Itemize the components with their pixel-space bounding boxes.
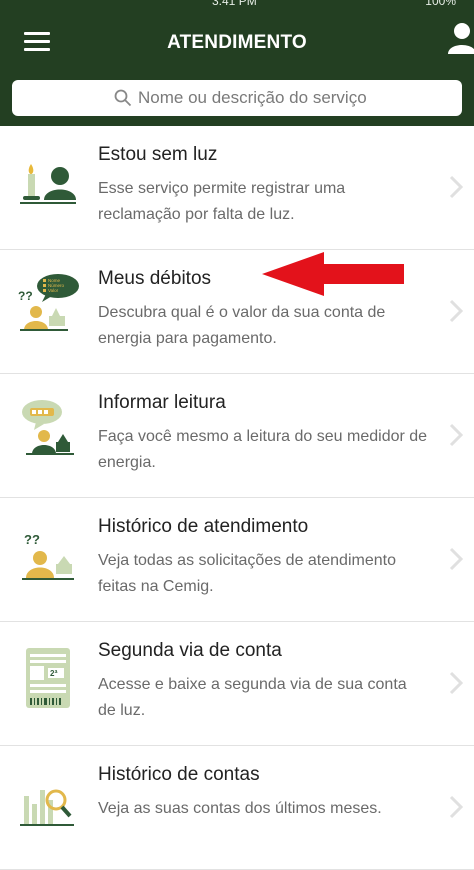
chevron-right-icon [449, 795, 464, 819]
search-icon [114, 89, 132, 107]
svg-text:2ª: 2ª [50, 669, 57, 678]
service-name: Histórico de contas [98, 764, 260, 785]
service-name: Segunda via de conta [98, 640, 282, 661]
service-description: Veja as suas contas dos últimos meses. [98, 800, 382, 817]
service-item-historico-contas[interactable]: Histórico de contas Veja as suas contas … [0, 746, 474, 870]
service-name: Histórico de atendimento [98, 516, 309, 537]
chevron-right-icon [449, 175, 464, 199]
search-bar[interactable] [12, 80, 462, 116]
service-description: Acesse e baixe a segunda via de sua cont… [98, 676, 407, 719]
service-description: Faça você mesmo a leitura do seu medidor… [98, 428, 428, 471]
page-title: ATENDIMENTO [167, 32, 307, 53]
service-description: Veja todas as solicitações de atendiment… [98, 552, 396, 595]
person-history-icon: ?? [18, 532, 78, 588]
service-name: Meus débitos [98, 268, 212, 289]
service-description: Descubra qual é o valor da sua conta de … [98, 304, 386, 347]
svg-text:??: ?? [18, 289, 33, 303]
battery-level: 100% [425, 0, 456, 8]
chevron-right-icon [449, 299, 464, 323]
bill-document-icon: 2ª [18, 648, 78, 712]
service-item-informar-leitura[interactable]: Informar leitura Faça você mesmo a leitu… [0, 374, 474, 498]
user-icon[interactable] [448, 20, 474, 58]
bubble-line: Valor [48, 288, 59, 293]
bar-chart-magnifier-icon [18, 782, 78, 836]
candle-person-icon [18, 162, 78, 216]
chevron-right-icon [449, 671, 464, 695]
svg-text:??: ?? [24, 532, 40, 547]
chevron-right-icon [449, 547, 464, 571]
status-bar: 3:41 PM 100% [0, 0, 474, 14]
search-input[interactable] [138, 80, 438, 116]
service-item-estou-sem-luz[interactable]: Estou sem luz Esse serviço permite regis… [0, 126, 474, 250]
service-name: Estou sem luz [98, 144, 218, 165]
red-arrow-annotation [262, 252, 404, 296]
meter-reading-icon [18, 400, 78, 464]
status-time: 3:41 PM [212, 0, 257, 8]
service-item-historico-atendimento[interactable]: ?? Histórico de atendimento Veja todas a… [0, 498, 474, 622]
service-list: Estou sem luz Esse serviço permite regis… [0, 126, 474, 870]
service-name: Informar leitura [98, 392, 226, 413]
person-question-icon: ?? Nome Número Valor [18, 274, 79, 340]
app-header: ATENDIMENTO [0, 14, 474, 126]
service-item-segunda-via[interactable]: 2ª Segunda via de conta Acesse e baixe a… [0, 622, 474, 746]
chevron-right-icon [449, 423, 464, 447]
service-description: Esse serviço permite registrar uma recla… [98, 180, 346, 223]
